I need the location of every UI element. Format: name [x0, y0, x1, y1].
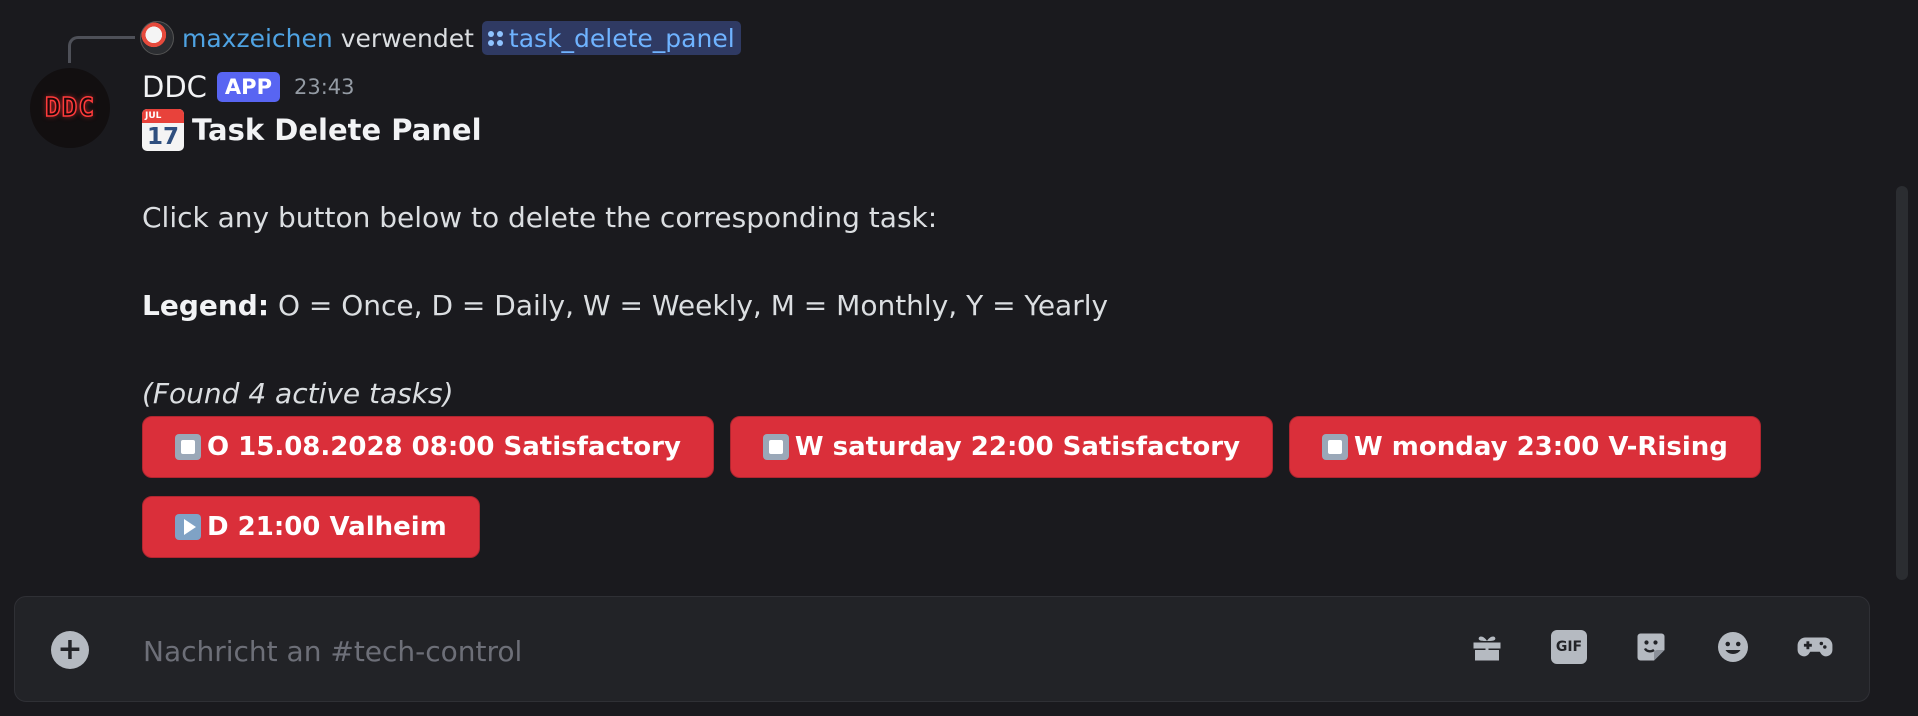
- avatar-logo-text: DDC: [44, 92, 95, 124]
- message-input[interactable]: [141, 623, 1395, 679]
- delete-task-button[interactable]: W monday 23:00 V-Rising: [1289, 416, 1761, 478]
- slash-command-chip[interactable]: task_delete_panel: [481, 21, 741, 55]
- legend-label: Legend:: [142, 289, 270, 322]
- found-tasks-text: (Found 4 active tasks): [142, 377, 454, 410]
- author-name[interactable]: DDC: [142, 70, 207, 104]
- composer-actions: GIF: [1467, 627, 1835, 667]
- app-badge: APP: [216, 72, 280, 102]
- slash-command-icon: [487, 30, 503, 46]
- stop-icon: [1322, 434, 1349, 460]
- task-button-label: O 15.08.2028 08:00 Satisfactory: [207, 432, 681, 462]
- emoji-icon[interactable]: [1713, 627, 1753, 667]
- message-title: Task Delete Panel: [192, 113, 482, 147]
- reply-verb: verwendet: [340, 23, 474, 53]
- calendar-icon: JUL 17: [142, 109, 184, 151]
- reply-user-avatar[interactable]: [140, 21, 174, 55]
- legend-line: Legend: O = Once, D = Daily, W = Weekly,…: [142, 284, 1842, 328]
- legend-text: O = Once, D = Daily, W = Weekly, M = Mon…: [269, 289, 1109, 322]
- delete-task-button[interactable]: O 15.08.2028 08:00 Satisfactory: [142, 416, 714, 478]
- delete-task-button[interactable]: W saturday 22:00 Satisfactory: [729, 416, 1274, 478]
- message-title-row: JUL 17 Task Delete Panel: [142, 108, 1842, 152]
- calendar-day: 17: [146, 124, 179, 150]
- chat-view: maxzeichen verwendet task_delete_panel D…: [0, 0, 1918, 716]
- message-content: JUL 17 Task Delete Panel Click any butto…: [142, 108, 1842, 558]
- calendar-month: JUL: [142, 109, 184, 123]
- message-composer: + GIF: [14, 596, 1870, 702]
- gift-icon[interactable]: [1467, 627, 1507, 667]
- instruction-text: Click any button below to delete the cor…: [142, 201, 938, 234]
- reply-reference[interactable]: maxzeichen verwendet task_delete_panel: [140, 20, 741, 56]
- task-button-label: W monday 23:00 V-Rising: [1354, 432, 1728, 462]
- reply-username[interactable]: maxzeichen: [182, 24, 333, 53]
- task-button-row-1: O 15.08.2028 08:00 Satisfactory W saturd…: [142, 416, 1842, 478]
- message-header: DDC APP 23:43: [142, 66, 355, 108]
- stop-icon: [762, 434, 789, 460]
- slash-command-name: task_delete_panel: [508, 23, 735, 53]
- message-timestamp[interactable]: 23:43: [294, 75, 355, 99]
- task-button-label: D 21:00 Valheim: [207, 512, 447, 542]
- delete-task-button[interactable]: D 21:00 Valheim: [142, 496, 480, 558]
- author-avatar[interactable]: DDC: [30, 68, 110, 148]
- task-button-row-2: D 21:00 Valheim: [142, 496, 1842, 558]
- scrollbar-thumb[interactable]: [1896, 186, 1908, 580]
- stop-icon: [175, 434, 201, 460]
- sticker-icon[interactable]: [1631, 627, 1671, 667]
- reply-spine: [68, 36, 135, 63]
- add-attachment-icon[interactable]: +: [51, 631, 89, 669]
- play-icon: [175, 514, 201, 540]
- task-button-label: W saturday 22:00 Satisfactory: [794, 432, 1241, 462]
- gif-icon[interactable]: GIF: [1549, 627, 1589, 667]
- activity-icon[interactable]: [1795, 627, 1835, 667]
